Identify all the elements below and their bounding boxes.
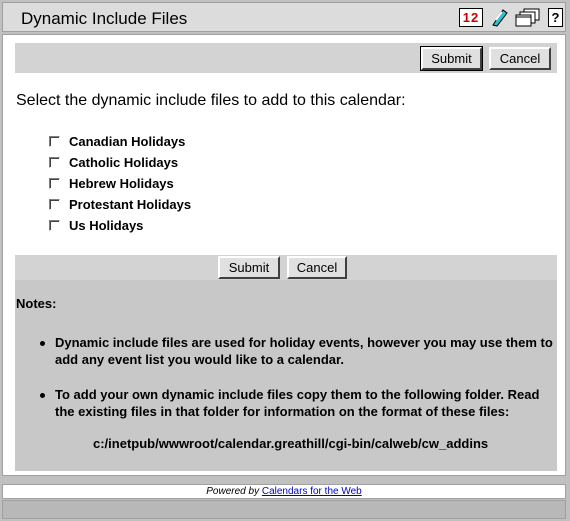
cancel-button-top[interactable]: Cancel bbox=[489, 47, 551, 70]
bottom-button-bar: Submit Cancel bbox=[15, 255, 557, 280]
option-canadian-holidays[interactable]: Canadian Holidays bbox=[49, 133, 185, 150]
note-item: To add your own dynamic include files co… bbox=[55, 387, 540, 419]
option-protestant-holidays[interactable]: Protestant Holidays bbox=[49, 196, 191, 213]
title-bar: Dynamic Include Files 12 ? bbox=[2, 2, 566, 32]
cancel-button-bottom[interactable]: Cancel bbox=[287, 256, 347, 279]
content-panel: Submit Cancel Select the dynamic include… bbox=[2, 34, 566, 476]
calendars-for-the-web-link[interactable]: Calendars for the Web bbox=[262, 486, 362, 497]
option-hebrew-holidays[interactable]: Hebrew Holidays bbox=[49, 175, 174, 192]
option-label: Hebrew Holidays bbox=[69, 176, 174, 191]
calendar-icon[interactable]: 12 bbox=[459, 8, 483, 27]
checkbox[interactable] bbox=[49, 199, 60, 210]
checkbox[interactable] bbox=[49, 136, 60, 147]
calendar-icon-number: 12 bbox=[462, 10, 480, 25]
option-label: Us Holidays bbox=[69, 218, 144, 233]
option-label: Catholic Holidays bbox=[69, 155, 179, 170]
powered-by-text: Powered by bbox=[206, 486, 260, 497]
bullet bbox=[40, 341, 45, 346]
page-title: Dynamic Include Files bbox=[21, 9, 188, 28]
windows-icon[interactable] bbox=[515, 8, 541, 27]
submit-button-bottom[interactable]: Submit bbox=[218, 256, 280, 279]
addins-folder-path: c:/inetpub/wwwroot/calendar.greathill/cg… bbox=[93, 436, 489, 451]
checkbox[interactable] bbox=[49, 220, 60, 231]
option-catholic-holidays[interactable]: Catholic Holidays bbox=[49, 154, 178, 171]
bullet bbox=[40, 393, 45, 398]
footer: Powered by Calendars for the Web bbox=[2, 484, 566, 499]
note-item: Dynamic include files are used for holid… bbox=[55, 335, 553, 367]
notes-section: Notes: Dynamic include files are used fo… bbox=[15, 280, 557, 471]
submit-button-top[interactable]: Submit bbox=[420, 46, 483, 71]
checkbox[interactable] bbox=[49, 157, 60, 168]
option-label: Protestant Holidays bbox=[69, 197, 192, 212]
checkbox[interactable] bbox=[49, 178, 60, 189]
select-prompt: Select the dynamic include files to add … bbox=[16, 92, 406, 109]
help-icon-glyph: ? bbox=[551, 10, 560, 25]
notes-icon[interactable] bbox=[488, 8, 510, 27]
help-icon[interactable]: ? bbox=[548, 8, 563, 27]
notes-heading: Notes: bbox=[16, 296, 57, 311]
option-label: Canadian Holidays bbox=[69, 134, 186, 149]
top-button-bar: Submit Cancel bbox=[15, 43, 557, 73]
status-bar bbox=[2, 500, 566, 519]
option-us-holidays[interactable]: Us Holidays bbox=[49, 217, 143, 234]
